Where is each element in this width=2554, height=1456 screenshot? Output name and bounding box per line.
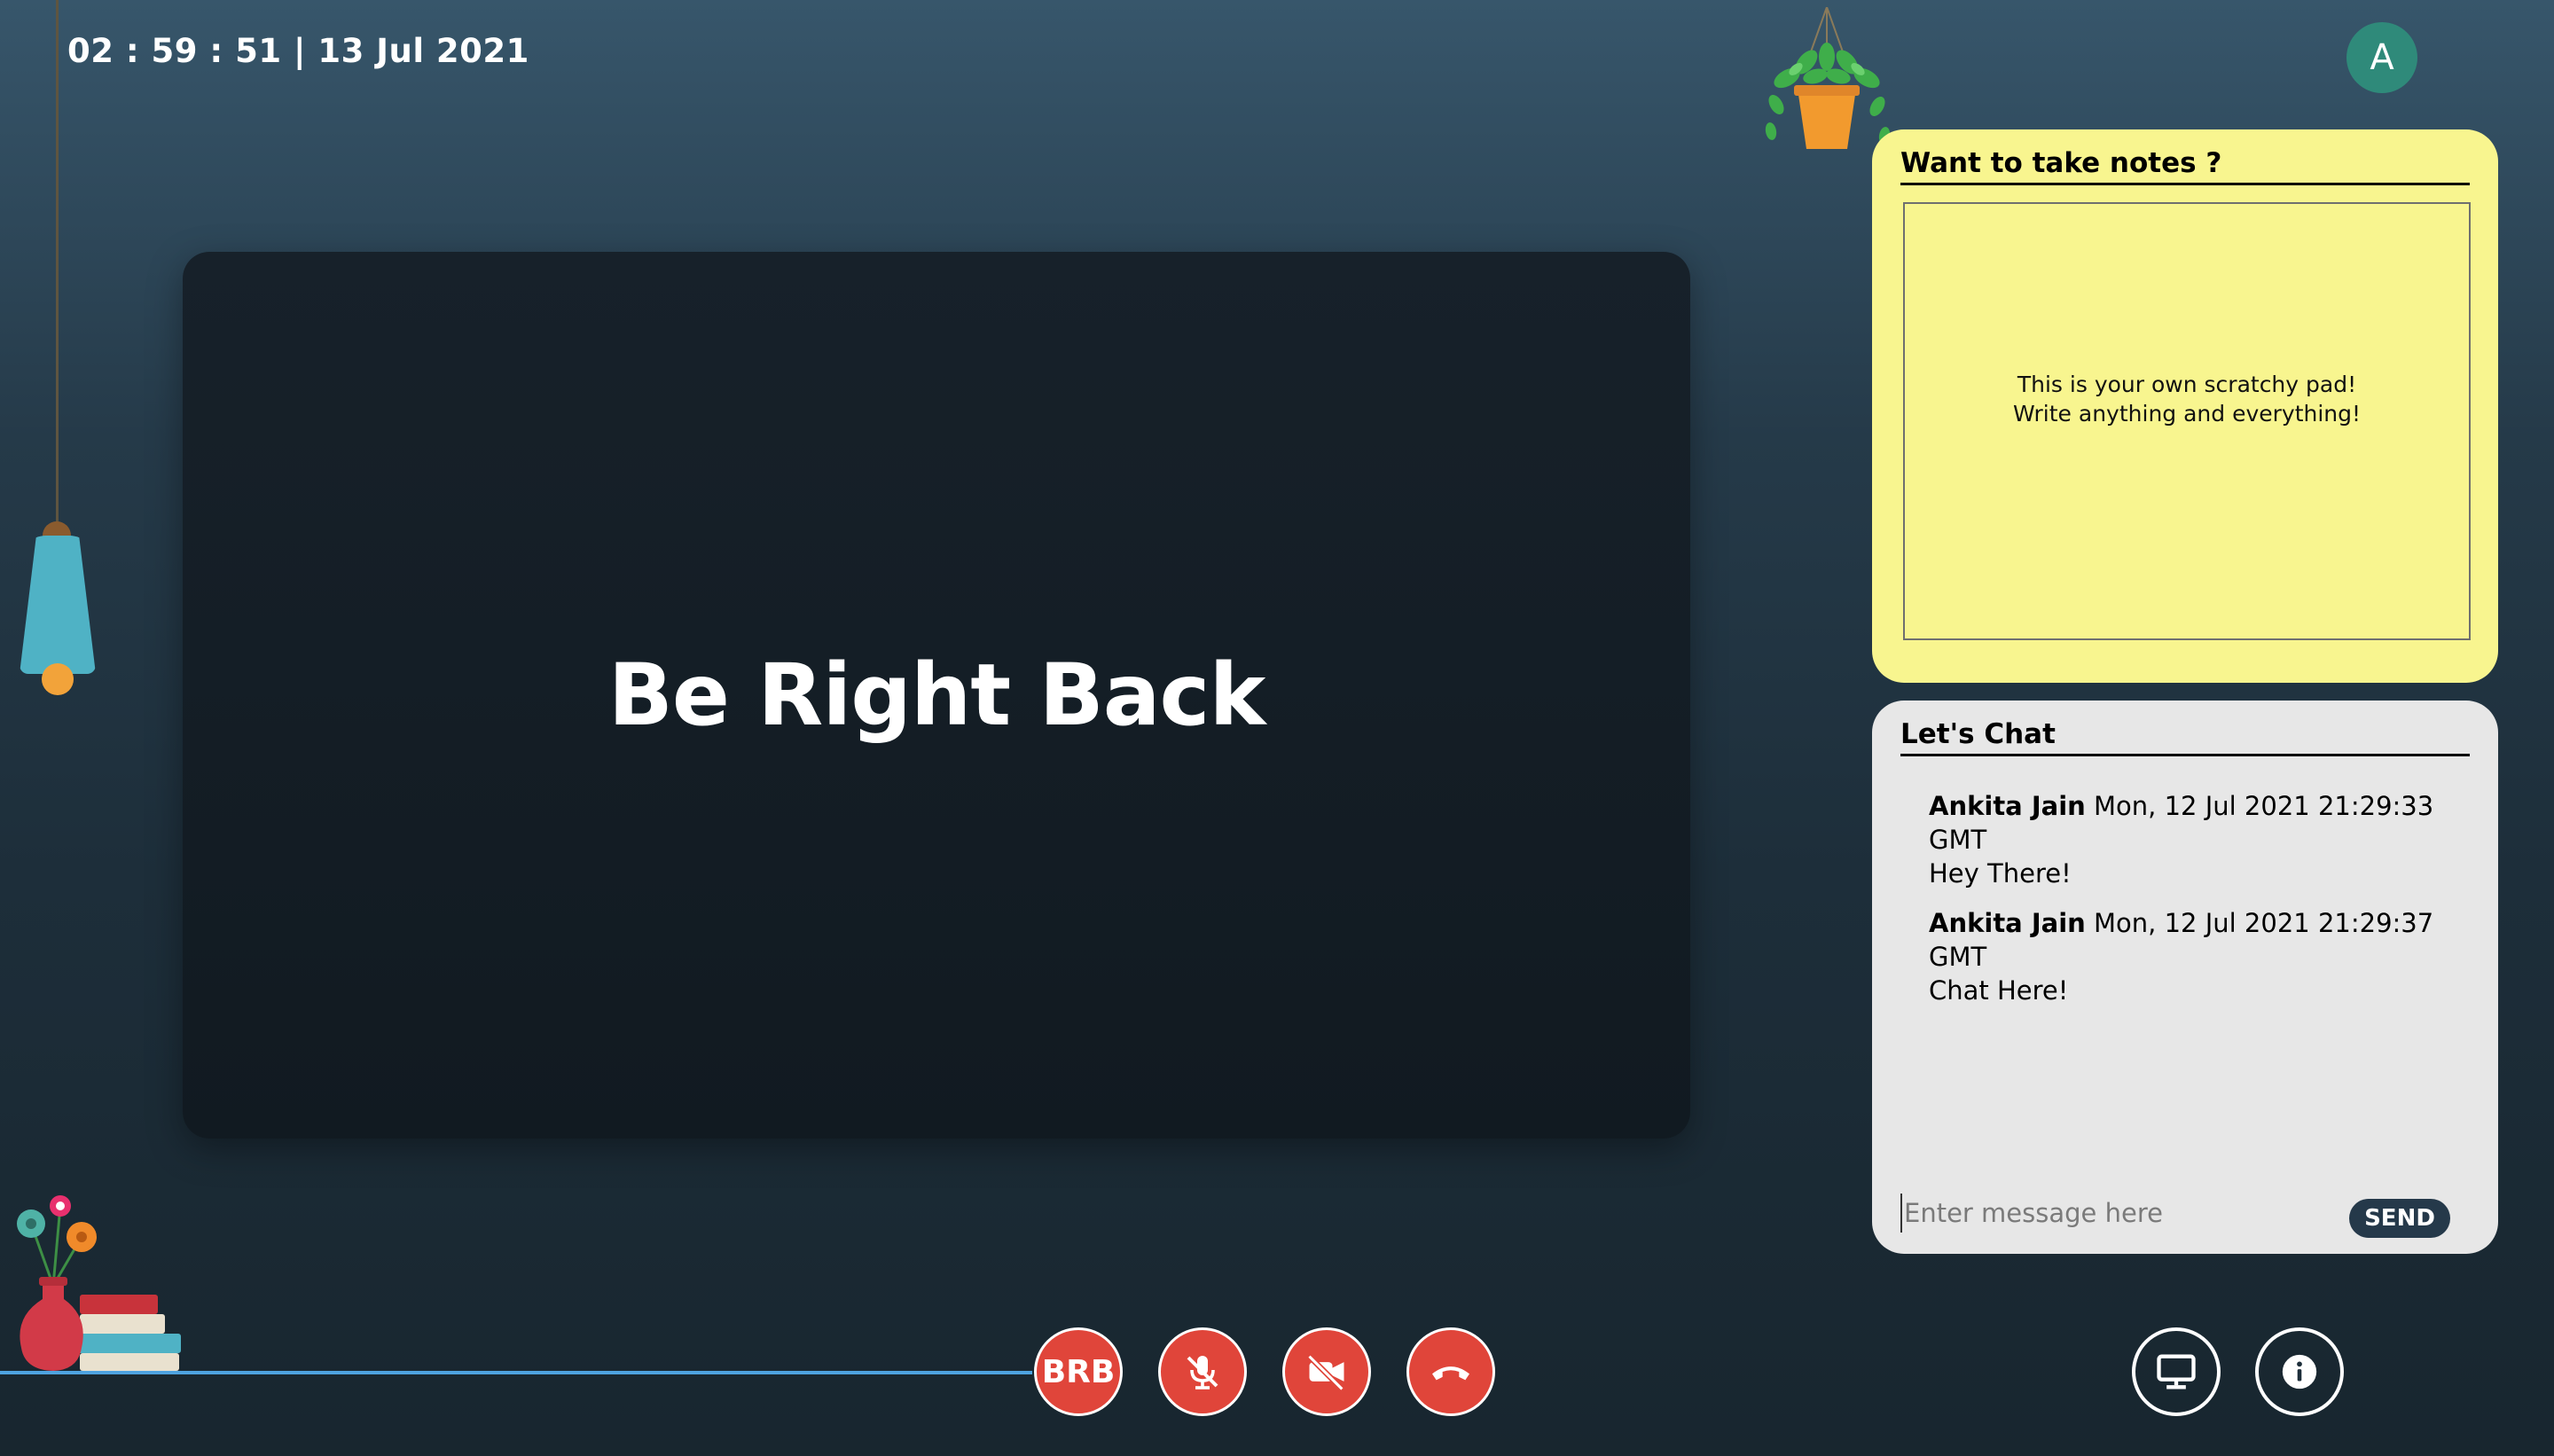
notes-scratch-pad[interactable]: This is your own scratchy pad! Write any… [1903,202,2471,640]
send-button[interactable]: SEND [2349,1199,2450,1238]
monitor-icon [2157,1354,2196,1389]
lamp-cord [56,0,59,528]
chat-message-text: Chat Here! [1929,975,2069,1006]
chat-message-sender: Ankita Jain [1929,791,2086,821]
chat-message-list: Ankita Jain Mon, 12 Jul 2021 21:29:33 GM… [1929,789,2470,1023]
mic-off-icon [1187,1356,1218,1389]
notes-placeholder-line-1: This is your own scratchy pad! [2017,372,2357,397]
chat-panel: Let's Chat Ankita Jain Mon, 12 Jul 2021 … [1872,701,2498,1254]
chat-message-sender: Ankita Jain [1929,908,2086,938]
chat-message: Ankita Jain Mon, 12 Jul 2021 21:29:37 GM… [1929,906,2470,1007]
phone-hangup-icon [1432,1366,1469,1381]
chat-title: Let's Chat [1900,718,2470,756]
screen-share-button[interactable] [2132,1327,2221,1416]
brb-button[interactable]: BRB [1034,1327,1123,1416]
chat-message: Ankita Jain Mon, 12 Jul 2021 21:29:33 GM… [1929,789,2470,890]
mute-mic-button[interactable] [1158,1327,1247,1416]
end-call-button[interactable] [1406,1327,1495,1416]
info-button[interactable] [2255,1327,2344,1416]
chat-message-input[interactable] [1900,1194,2330,1233]
notes-panel: Want to take notes ? This is your own sc… [1872,129,2498,683]
toggle-camera-button[interactable] [1282,1327,1371,1416]
notes-title: Want to take notes ? [1900,147,2470,185]
notes-placeholder-line-2: Write anything and everything! [2012,401,2362,427]
vase-books-decoration [17,1195,181,1371]
info-icon [2282,1354,2317,1389]
video-stage: Be Right Back [183,252,1690,1139]
lamp-shade [20,536,96,674]
chat-message-text: Hey There! [1929,858,2072,888]
hanging-plant-icon [1765,7,1891,149]
clock-datetime: 02 : 59 : 51 | 13 Jul 2021 [67,32,529,70]
notes-placeholder: This is your own scratchy pad! Write any… [2013,370,2361,428]
video-off-icon [1307,1354,1344,1391]
user-avatar[interactable]: A [2346,22,2417,93]
lamp-bulb [42,663,74,695]
shelf-line [0,1371,1032,1374]
brb-status-text: Be Right Back [607,646,1266,745]
